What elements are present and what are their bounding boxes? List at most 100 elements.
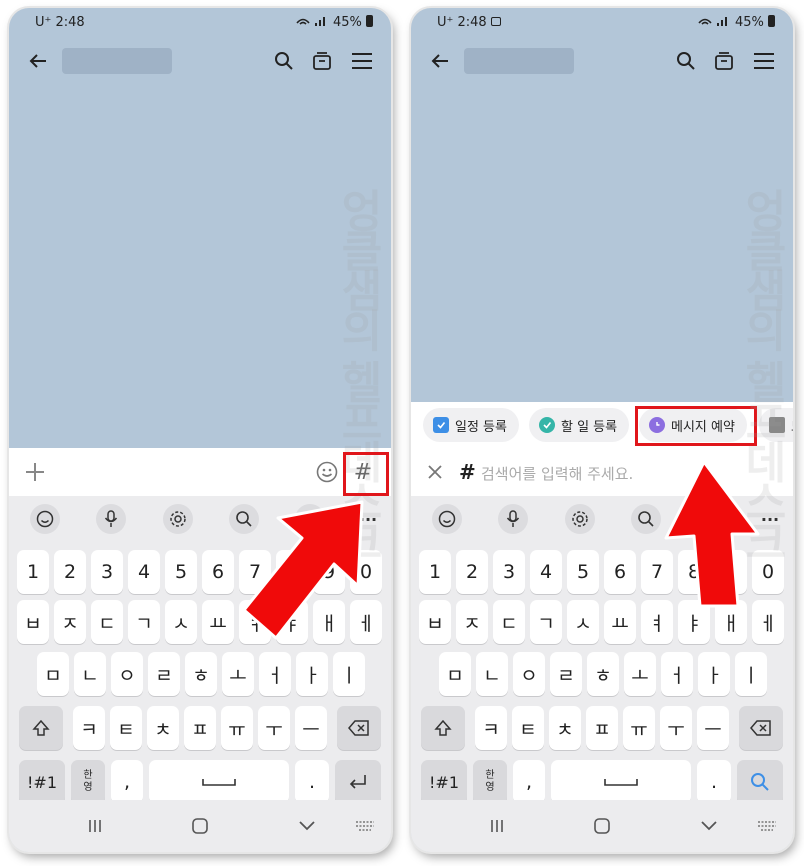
close-icon[interactable] <box>423 460 447 484</box>
key-ㅠ[interactable]: ㅠ <box>221 706 253 750</box>
search-icon[interactable] <box>631 504 661 534</box>
comma-key[interactable]: , <box>111 760 143 804</box>
key-4[interactable]: 4 <box>530 550 562 594</box>
backspace-key[interactable] <box>337 706 381 750</box>
backspace-key[interactable] <box>739 706 783 750</box>
search-icon[interactable] <box>271 48 297 74</box>
keyboard-icon[interactable] <box>353 814 377 838</box>
language-key[interactable]: 한영 <box>473 760 507 804</box>
key-ㅓ[interactable]: ㅓ <box>259 652 291 696</box>
key-ㅍ[interactable]: ㅍ <box>184 706 216 750</box>
key-ㅋ[interactable]: ㅋ <box>73 706 105 750</box>
key-ㅍ[interactable]: ㅍ <box>586 706 618 750</box>
recent-apps-icon[interactable] <box>485 814 509 838</box>
key-ㅋ[interactable]: ㅋ <box>475 706 507 750</box>
key-ㅁ[interactable]: ㅁ <box>37 652 69 696</box>
key-ㅣ[interactable]: ㅣ <box>735 652 767 696</box>
key-ㅇ[interactable]: ㅇ <box>111 652 143 696</box>
key-ㅡ[interactable]: ㅡ <box>295 706 327 750</box>
key-ㅌ[interactable]: ㅌ <box>110 706 142 750</box>
language-key[interactable]: 한영 <box>71 760 105 804</box>
emoji-icon[interactable] <box>30 504 60 534</box>
key-ㅈ[interactable]: ㅈ <box>456 600 488 644</box>
key-ㅜ[interactable]: ㅜ <box>660 706 692 750</box>
mic-icon[interactable] <box>96 504 126 534</box>
gear-icon[interactable] <box>163 504 193 534</box>
chevron-down-icon[interactable] <box>697 814 721 838</box>
archive-icon[interactable] <box>711 48 737 74</box>
keyboard-icon[interactable] <box>755 814 779 838</box>
key-ㅡ[interactable]: ㅡ <box>697 706 729 750</box>
plus-icon[interactable] <box>23 460 47 484</box>
key-ㅏ[interactable]: ㅏ <box>698 652 730 696</box>
back-arrow-icon[interactable] <box>427 48 453 74</box>
key-ㅁ[interactable]: ㅁ <box>439 652 471 696</box>
key-ㅂ[interactable]: ㅂ <box>419 600 451 644</box>
chip-schedule[interactable]: 일정 등록 <box>423 408 519 442</box>
shift-key[interactable] <box>421 706 465 750</box>
period-key[interactable]: . <box>697 760 731 804</box>
key-ㅈ[interactable]: ㅈ <box>54 600 86 644</box>
key-1[interactable]: 1 <box>17 550 49 594</box>
search-input[interactable]: 검색어를 입력해 주세요. <box>481 463 633 484</box>
comma-key[interactable]: , <box>513 760 545 804</box>
key-ㅗ[interactable]: ㅗ <box>624 652 656 696</box>
menu-icon[interactable] <box>349 48 375 74</box>
key-3[interactable]: 3 <box>493 550 525 594</box>
chip-note[interactable]: 노 <box>759 408 793 442</box>
emoticon-icon[interactable] <box>315 460 339 484</box>
period-key[interactable]: . <box>295 760 329 804</box>
key-6[interactable]: 6 <box>604 550 636 594</box>
key-ㄴ[interactable]: ㄴ <box>476 652 508 696</box>
key-ㅠ[interactable]: ㅠ <box>623 706 655 750</box>
recent-apps-icon[interactable] <box>83 814 107 838</box>
key-2[interactable]: 2 <box>456 550 488 594</box>
key-ㄹ[interactable]: ㄹ <box>550 652 582 696</box>
back-arrow-icon[interactable] <box>25 48 51 74</box>
home-icon[interactable] <box>590 814 614 838</box>
key-ㅅ[interactable]: ㅅ <box>567 600 599 644</box>
menu-icon[interactable] <box>751 48 777 74</box>
emoji-icon[interactable] <box>432 504 462 534</box>
key-6[interactable]: 6 <box>202 550 234 594</box>
key-1[interactable]: 1 <box>419 550 451 594</box>
key-ㅊ[interactable]: ㅊ <box>549 706 581 750</box>
symbol-key[interactable]: !#1 <box>19 760 65 804</box>
key-ㅎ[interactable]: ㅎ <box>587 652 619 696</box>
chip-todo[interactable]: 할 일 등록 <box>529 408 630 442</box>
key-ㅂ[interactable]: ㅂ <box>17 600 49 644</box>
key-ㄷ[interactable]: ㄷ <box>493 600 525 644</box>
home-icon[interactable] <box>188 814 212 838</box>
mic-icon[interactable] <box>498 504 528 534</box>
key-5[interactable]: 5 <box>567 550 599 594</box>
archive-icon[interactable] <box>309 48 335 74</box>
key-ㅎ[interactable]: ㅎ <box>185 652 217 696</box>
key-ㅏ[interactable]: ㅏ <box>296 652 328 696</box>
key-ㅛ[interactable]: ㅛ <box>604 600 636 644</box>
key-ㅇ[interactable]: ㅇ <box>513 652 545 696</box>
key-ㅊ[interactable]: ㅊ <box>147 706 179 750</box>
search-key[interactable] <box>737 760 783 804</box>
key-ㄱ[interactable]: ㄱ <box>128 600 160 644</box>
key-ㅗ[interactable]: ㅗ <box>222 652 254 696</box>
key-ㅜ[interactable]: ㅜ <box>258 706 290 750</box>
gear-icon[interactable] <box>565 504 595 534</box>
key-ㅣ[interactable]: ㅣ <box>333 652 365 696</box>
key-ㄴ[interactable]: ㄴ <box>74 652 106 696</box>
key-ㅛ[interactable]: ㅛ <box>202 600 234 644</box>
key-ㅅ[interactable]: ㅅ <box>165 600 197 644</box>
symbol-key[interactable]: !#1 <box>421 760 467 804</box>
key-2[interactable]: 2 <box>54 550 86 594</box>
chevron-down-icon[interactable] <box>295 814 319 838</box>
key-3[interactable]: 3 <box>91 550 123 594</box>
space-key[interactable] <box>551 760 691 804</box>
key-5[interactable]: 5 <box>165 550 197 594</box>
shift-key[interactable] <box>19 706 63 750</box>
key-ㅓ[interactable]: ㅓ <box>661 652 693 696</box>
key-ㅌ[interactable]: ㅌ <box>512 706 544 750</box>
enter-key[interactable] <box>335 760 381 804</box>
key-4[interactable]: 4 <box>128 550 160 594</box>
search-icon[interactable] <box>673 48 699 74</box>
key-ㄷ[interactable]: ㄷ <box>91 600 123 644</box>
key-ㄹ[interactable]: ㄹ <box>148 652 180 696</box>
